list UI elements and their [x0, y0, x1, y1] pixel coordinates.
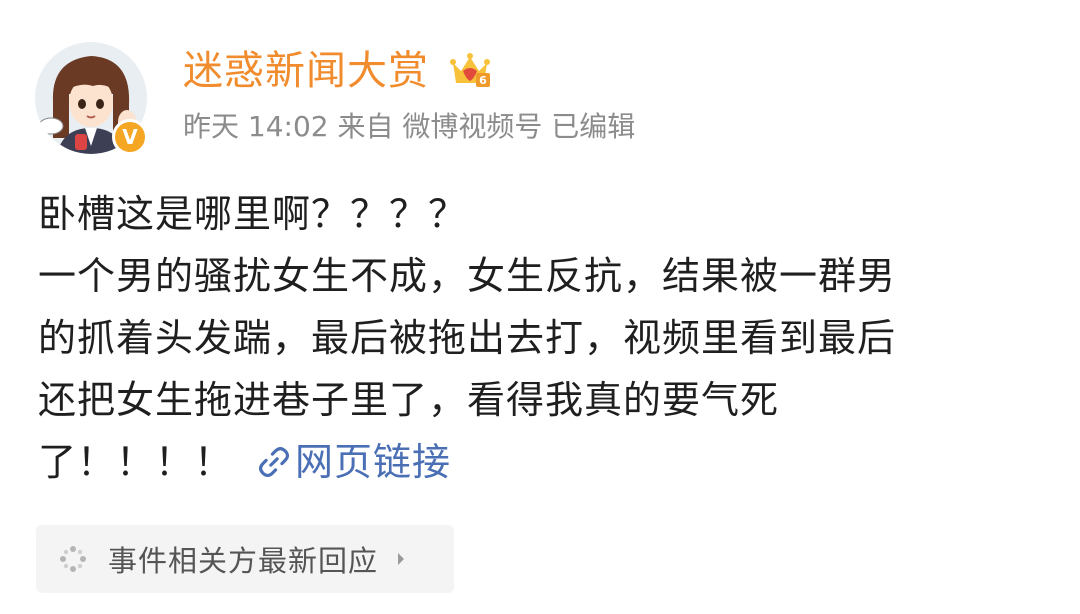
post-meta: 昨天 14:02 来自 微博视频号 已编辑: [183, 110, 636, 143]
event-response-button[interactable]: 事件相关方最新回应: [36, 525, 454, 593]
sparkle-icon: [60, 546, 86, 572]
link-icon: [258, 446, 290, 478]
svg-text:6: 6: [479, 74, 487, 87]
author-name[interactable]: 迷惑新闻大赏: [183, 45, 429, 97]
post-text-line: 的抓着头发踹，最后被拖出去打，视频里看到最后: [38, 316, 897, 360]
web-link[interactable]: 网页链接: [255, 440, 451, 484]
crown-vip-icon[interactable]: 6: [448, 49, 492, 93]
post-text-line: 一个男的骚扰女生不成，女生反抗，结果被一群男: [38, 254, 897, 298]
web-link-label: 网页链接: [295, 440, 452, 484]
post-text-line: 还把女生拖进巷子里了，看得我真的要气死: [38, 378, 780, 422]
post-text-line: 了！！！！: [38, 440, 234, 484]
post-text-line: 卧槽这是哪里啊？？？？: [38, 192, 468, 236]
post-text-line-last: 了！！！！ 网页链接: [38, 431, 1048, 493]
post-text: 卧槽这是哪里啊？？？？ 一个男的骚扰女生不成，女生反抗，结果被一群男 的抓着头发…: [38, 183, 1048, 493]
event-response-label: 事件相关方最新回应: [108, 544, 379, 578]
chevron-right-icon: [398, 553, 405, 565]
verified-badge-icon: V: [112, 119, 148, 155]
